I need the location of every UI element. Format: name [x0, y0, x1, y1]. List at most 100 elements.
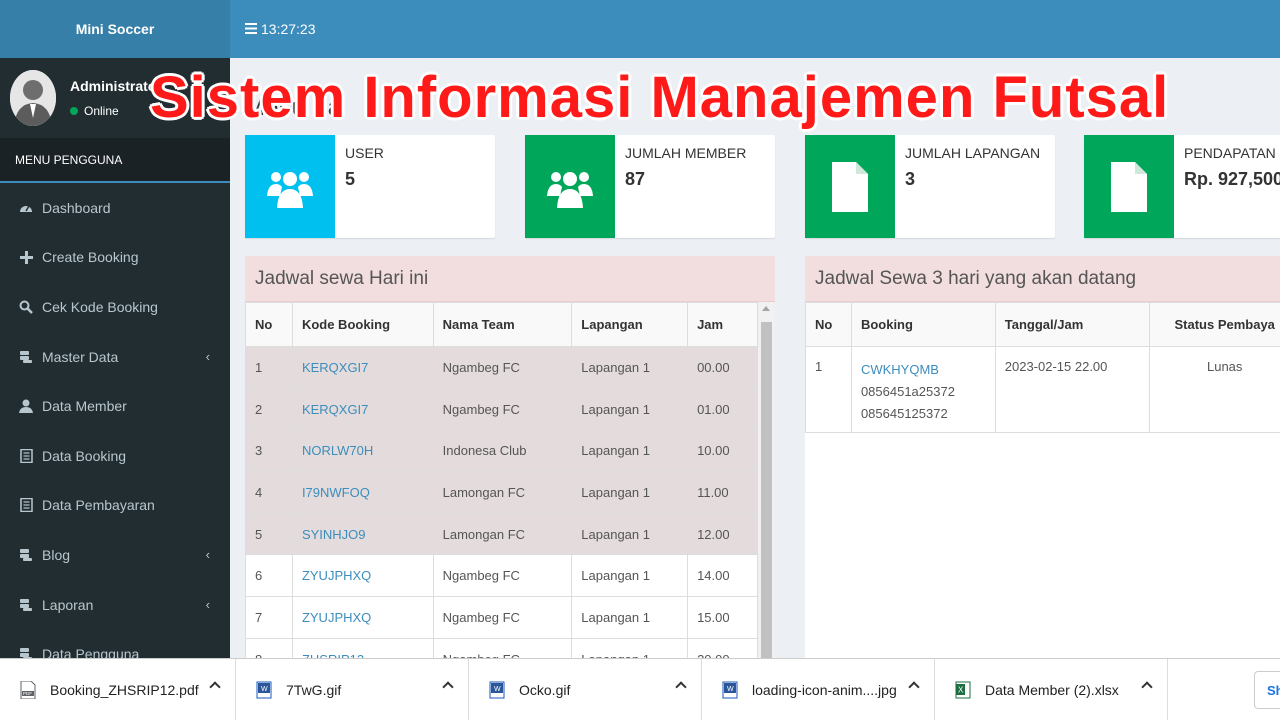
booking-code-link[interactable]: KERQXGI7: [302, 360, 368, 375]
sidebar-item-label: Data Booking: [42, 447, 127, 464]
column-header[interactable]: Kode Booking: [291, 302, 434, 347]
document-icon: [18, 497, 34, 513]
chevron-up-icon[interactable]: [442, 680, 454, 693]
header-clock: 13:27:23: [261, 21, 316, 37]
download-item[interactable]: W 7TwG.gif: [236, 658, 469, 720]
booking-code-link[interactable]: ZYUJPHXQ: [302, 568, 371, 583]
table-cell: NORLW70H: [291, 429, 434, 473]
show-all-button[interactable]: Sh: [1254, 671, 1280, 709]
table-cell: I79NWFOQ: [291, 471, 434, 514]
column-header[interactable]: Tanggal/Jam: [994, 302, 1151, 347]
table-cell: Ngambeg FC: [432, 346, 573, 389]
sidebar-item-master-data[interactable]: Master Data ‹: [0, 332, 230, 382]
table-cell: 4: [245, 471, 293, 514]
chevron-up-icon[interactable]: [675, 680, 687, 693]
column-header[interactable]: Nama Team: [432, 302, 573, 347]
chevron-up-icon[interactable]: [1141, 680, 1153, 693]
sidebar-item-label: Data Member: [42, 398, 127, 415]
booking-code-link[interactable]: CWKHYQMB: [861, 359, 986, 381]
stat-label: USER: [345, 145, 384, 161]
sidebar-item-data-pembayaran[interactable]: Data Pembayaran: [0, 481, 230, 531]
column-header[interactable]: No: [805, 302, 852, 347]
table-cell: CWKHYQMB 0856451a25372 085645125372: [850, 346, 996, 433]
table-cell: Lapangan 1: [571, 637, 689, 658]
sidebar-item-label: Master Data: [42, 348, 119, 365]
sidebar-item-label: Cek Kode Booking: [42, 298, 158, 315]
booking-code-link[interactable]: NORLW70H: [302, 443, 373, 458]
database-icon: [18, 597, 34, 613]
table-row: 4 I79NWFOQ Lamongan FC Lapangan 1 11.00: [245, 471, 758, 514]
table-cell: 8: [245, 637, 293, 658]
table-cell: Ngambeg FC: [432, 554, 573, 598]
sidebar-menu: Dashboard Create Booking Cek Kode Booking M…: [0, 183, 230, 679]
table-cell: ZYUJPHXQ: [291, 596, 434, 639]
sidebar-item-create-booking[interactable]: Create Booking: [0, 233, 230, 283]
download-item[interactable]: Wloading-icon-anim....jpg: [702, 658, 935, 720]
scroll-thumb[interactable]: [761, 322, 772, 658]
main-content: Menu Ba USER 5 JUMLAH MEMBER 87 JUMLAH LAPAN…: [230, 58, 1280, 658]
download-filename: Booking_ZHSRIP12.pdf: [50, 681, 199, 698]
table-cell: Lamongan FC: [432, 471, 573, 514]
scroll-up-icon[interactable]: [762, 306, 770, 311]
today-schedule-panel: Jadwal sewa Hari ini No Kode Booking Nama …: [245, 256, 775, 658]
download-item[interactable]: W Ocko.gif: [469, 658, 702, 720]
table-cell: KERQXGI7: [291, 387, 434, 431]
table-cell: Lapangan 1: [571, 346, 689, 389]
status-label: Online: [84, 104, 119, 118]
table-cell: Lamongan FC: [432, 512, 573, 556]
download-filename: loading-icon-anim....jpg: [752, 681, 897, 698]
download-item[interactable]: PDF Booking_ZHSRIP12.pdf: [0, 658, 236, 720]
table-row: 8ZHSRIP12Ngambeg FCLapangan 120.00: [245, 637, 758, 658]
chevron-up-icon[interactable]: [209, 680, 221, 693]
column-header[interactable]: No: [245, 302, 293, 347]
download-filename: Ocko.gif: [519, 681, 571, 698]
table-cell: Lapangan 1: [571, 554, 689, 598]
chevron-up-icon[interactable]: [908, 680, 920, 693]
column-header[interactable]: Status Pembaya: [1149, 302, 1280, 347]
search-icon: [18, 299, 34, 315]
overlay-title: Sistem Informasi Manajemen Futsal: [150, 65, 1170, 130]
status-cell: Lunas: [1149, 346, 1280, 433]
table-cell: 2023-02-15 22.00: [994, 346, 1151, 433]
sidebar-item-blog[interactable]: Blog ‹: [0, 530, 230, 580]
table-cell: Lapangan 1: [571, 596, 689, 639]
sidebar-item-dashboard[interactable]: Dashboard: [0, 183, 230, 233]
booking-code-link[interactable]: KERQXGI7: [302, 402, 368, 417]
sidebar-item-laporan[interactable]: Laporan ‹: [0, 580, 230, 630]
column-header[interactable]: Lapangan: [571, 302, 689, 347]
table-cell: 00.00: [687, 346, 758, 389]
table-cell: Ngambeg FC: [432, 387, 573, 431]
svg-text:PDF: PDF: [23, 691, 32, 696]
svg-text:W: W: [727, 686, 734, 693]
upcoming-schedule-title: Jadwal Sewa 3 hari yang akan datang: [805, 256, 1280, 302]
table-cell: KERQXGI7: [291, 346, 434, 389]
sidebar-item-data-booking[interactable]: Data Booking: [0, 431, 230, 481]
table-cell: Lapangan 1: [571, 512, 689, 556]
plus-icon: [18, 249, 34, 265]
chevron-left-icon: ‹: [205, 349, 210, 365]
download-item[interactable]: X Data Member (2).xlsx: [935, 658, 1168, 720]
sidebar-item-data-member[interactable]: Data Member: [0, 381, 230, 431]
svg-text:W: W: [494, 686, 501, 693]
table-cell: Lapangan 1: [571, 429, 689, 473]
booking-code-link[interactable]: ZYUJPHXQ: [302, 610, 371, 625]
menu-toggle-icon[interactable]: [245, 21, 257, 37]
stat-box-jumlah-lapangan: JUMLAH LAPANGAN 3: [805, 135, 1055, 238]
phone-number: 085645125372: [860, 406, 948, 421]
brand-logo[interactable]: Mini Soccer: [0, 0, 230, 58]
stat-value: 3: [905, 169, 916, 189]
sidebar-item-cek-kode-booking[interactable]: Cek Kode Booking: [0, 282, 230, 332]
menu-header: MENU PENGGUNA: [0, 138, 230, 183]
booking-code-link[interactable]: SYINHJO9: [302, 527, 366, 542]
status-dot-icon: [70, 107, 78, 115]
download-filename: Data Member (2).xlsx: [985, 681, 1119, 698]
scrollbar[interactable]: [758, 302, 775, 658]
chevron-left-icon: ‹: [205, 547, 210, 563]
stat-label: PENDAPATAN BU: [1184, 145, 1280, 161]
table-cell: ZYUJPHXQ: [291, 554, 434, 598]
column-header[interactable]: Jam: [687, 302, 758, 347]
image-file-icon: W: [489, 681, 505, 699]
column-header[interactable]: Booking: [850, 302, 996, 347]
booking-code-link[interactable]: I79NWFOQ: [302, 485, 370, 500]
stat-value: 87: [625, 169, 646, 189]
